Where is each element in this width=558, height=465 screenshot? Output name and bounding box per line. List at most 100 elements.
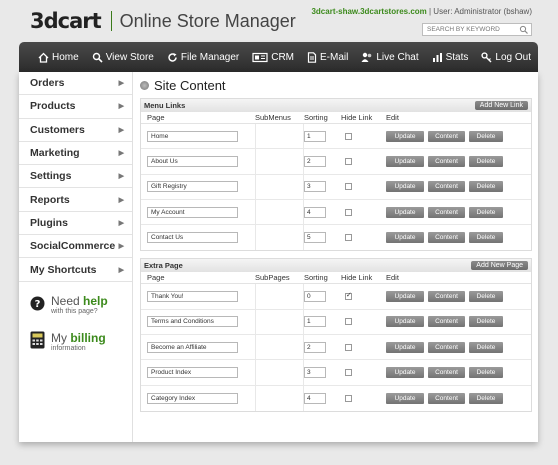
- delete-button[interactable]: Delete: [469, 367, 503, 379]
- sidebar-item-label: Settings: [30, 170, 72, 183]
- edit-cell: Update Content Delete: [386, 155, 531, 167]
- search-box[interactable]: [422, 23, 532, 36]
- nav-file-manager[interactable]: File Manager: [167, 52, 239, 63]
- nav-crm[interactable]: CRM: [252, 52, 294, 63]
- sort-order-input[interactable]: 2: [304, 155, 326, 167]
- hide-link-checkbox[interactable]: [345, 318, 352, 326]
- page-name-input[interactable]: Product Index: [147, 367, 238, 379]
- hide-link-checkbox[interactable]: [345, 132, 352, 140]
- sidebar-item-label: Products: [30, 100, 76, 113]
- sidebar-item-plugins[interactable]: Plugins ▶: [19, 212, 132, 236]
- update-button[interactable]: Update: [386, 232, 424, 244]
- delete-button[interactable]: Delete: [469, 316, 503, 328]
- content-button[interactable]: Content: [428, 206, 465, 218]
- sort-order-input[interactable]: 2: [304, 341, 326, 353]
- store-domain-link[interactable]: 3dcart-shaw.3dcartstores.com: [311, 7, 426, 16]
- update-button[interactable]: Update: [386, 367, 424, 379]
- content-button[interactable]: Content: [428, 392, 465, 404]
- content-button[interactable]: Content: [428, 367, 465, 379]
- nav-log-out[interactable]: Log Out: [481, 52, 531, 63]
- search-input[interactable]: [423, 26, 519, 33]
- delete-button[interactable]: Delete: [469, 155, 503, 167]
- content-button[interactable]: Content: [428, 341, 465, 353]
- page-name-input[interactable]: My Account: [147, 206, 238, 218]
- content-button[interactable]: Content: [428, 155, 465, 167]
- submenu-cell: [255, 385, 304, 411]
- sidebar-item-settings[interactable]: Settings ▶: [19, 165, 132, 189]
- sidebar-item-reports[interactable]: Reports ▶: [19, 188, 132, 212]
- need-help-link[interactable]: ? Need help with this page?: [19, 294, 132, 315]
- table-row: Gift Registry 3 Update Content Delete: [141, 174, 531, 200]
- menu-links-section: Menu Links Add New Link Page SubMenus So…: [140, 98, 532, 252]
- delete-button[interactable]: Delete: [469, 206, 503, 218]
- hide-link-checkbox[interactable]: [345, 234, 352, 242]
- submenu-cell: [255, 199, 304, 225]
- sidebar-item-orders[interactable]: Orders ▶: [19, 72, 132, 96]
- sort-order-input[interactable]: 4: [304, 206, 326, 218]
- update-button[interactable]: Update: [386, 181, 424, 193]
- page-name-input[interactable]: Category Index: [147, 392, 238, 404]
- update-button[interactable]: Update: [386, 316, 424, 328]
- delete-button[interactable]: Delete: [469, 341, 503, 353]
- add-new-link-button[interactable]: Add New Link: [474, 101, 528, 110]
- hide-link-checkbox[interactable]: [345, 343, 352, 351]
- page-name-input[interactable]: Thank You!: [147, 291, 238, 303]
- delete-button[interactable]: Delete: [469, 291, 503, 303]
- sidebar-item-products[interactable]: Products ▶: [19, 95, 132, 119]
- delete-button[interactable]: Delete: [469, 130, 503, 142]
- page-name-input[interactable]: Home: [147, 130, 238, 142]
- page-name-input[interactable]: Gift Registry: [147, 181, 238, 193]
- page-name-input[interactable]: About Us: [147, 155, 238, 167]
- hide-link-checkbox[interactable]: [345, 369, 352, 377]
- delete-button[interactable]: Delete: [469, 392, 503, 404]
- page-name-input[interactable]: Terms and Conditions: [147, 316, 238, 328]
- content-button[interactable]: Content: [428, 291, 465, 303]
- content-button[interactable]: Content: [428, 316, 465, 328]
- update-button[interactable]: Update: [386, 392, 424, 404]
- sort-order-input[interactable]: 4: [304, 392, 326, 404]
- sidebar-item-socialcommerce[interactable]: SocialCommerce ▶: [19, 235, 132, 259]
- sort-order-input[interactable]: 3: [304, 181, 326, 193]
- my-billing-link[interactable]: My billing information: [19, 331, 132, 352]
- nav-label: Home: [52, 51, 79, 63]
- update-button[interactable]: Update: [386, 341, 424, 353]
- update-button[interactable]: Update: [386, 155, 424, 167]
- delete-button[interactable]: Delete: [469, 181, 503, 193]
- nav-email[interactable]: E-Mail: [307, 52, 348, 63]
- update-button[interactable]: Update: [386, 130, 424, 142]
- content-button[interactable]: Content: [428, 232, 465, 244]
- sort-order-input[interactable]: 1: [304, 316, 326, 328]
- add-new-page-button[interactable]: Add New Page: [471, 261, 528, 271]
- hide-link-checkbox[interactable]: [345, 394, 352, 402]
- hide-link-checkbox[interactable]: [345, 157, 352, 165]
- magnifier-icon: [92, 52, 103, 63]
- delete-button[interactable]: Delete: [469, 232, 503, 244]
- content-button[interactable]: Content: [428, 181, 465, 193]
- sort-order-input[interactable]: 5: [304, 232, 326, 244]
- nav-live-chat[interactable]: Live Chat: [361, 51, 419, 63]
- sidebar-item-my-shortcuts[interactable]: My Shortcuts ▶: [19, 258, 132, 282]
- hide-link-cell: [341, 369, 386, 377]
- nav-home[interactable]: Home: [38, 52, 79, 63]
- page-name-input[interactable]: Contact Us: [147, 232, 238, 244]
- hide-link-checkbox[interactable]: [345, 183, 352, 191]
- hide-link-checkbox[interactable]: [345, 208, 352, 216]
- refresh-icon: [168, 52, 177, 62]
- logo[interactable]: 3dcart Online Store Manager: [30, 9, 296, 33]
- sort-order-input[interactable]: 3: [304, 367, 326, 379]
- hide-link-checkbox[interactable]: [345, 291, 352, 301]
- store-info: 3dcart-shaw.3dcartstores.com | User: Adm…: [311, 7, 532, 16]
- nav-label: Live Chat: [376, 51, 419, 63]
- sort-order-input[interactable]: 0: [304, 291, 326, 303]
- nav-view-store[interactable]: View Store: [92, 52, 154, 63]
- update-button[interactable]: Update: [386, 291, 424, 303]
- sort-order-input[interactable]: 1: [304, 130, 326, 142]
- update-button[interactable]: Update: [386, 206, 424, 218]
- sidebar-item-marketing[interactable]: Marketing ▶: [19, 142, 132, 166]
- content-button[interactable]: Content: [428, 130, 465, 142]
- search-icon[interactable]: [519, 25, 529, 35]
- page-name-input[interactable]: Become an Affiliate: [147, 341, 238, 353]
- sidebar-item-customers[interactable]: Customers ▶: [19, 119, 132, 142]
- table-row: My Account 4 Update Content Delete: [141, 199, 531, 226]
- nav-stats[interactable]: Stats: [432, 52, 468, 63]
